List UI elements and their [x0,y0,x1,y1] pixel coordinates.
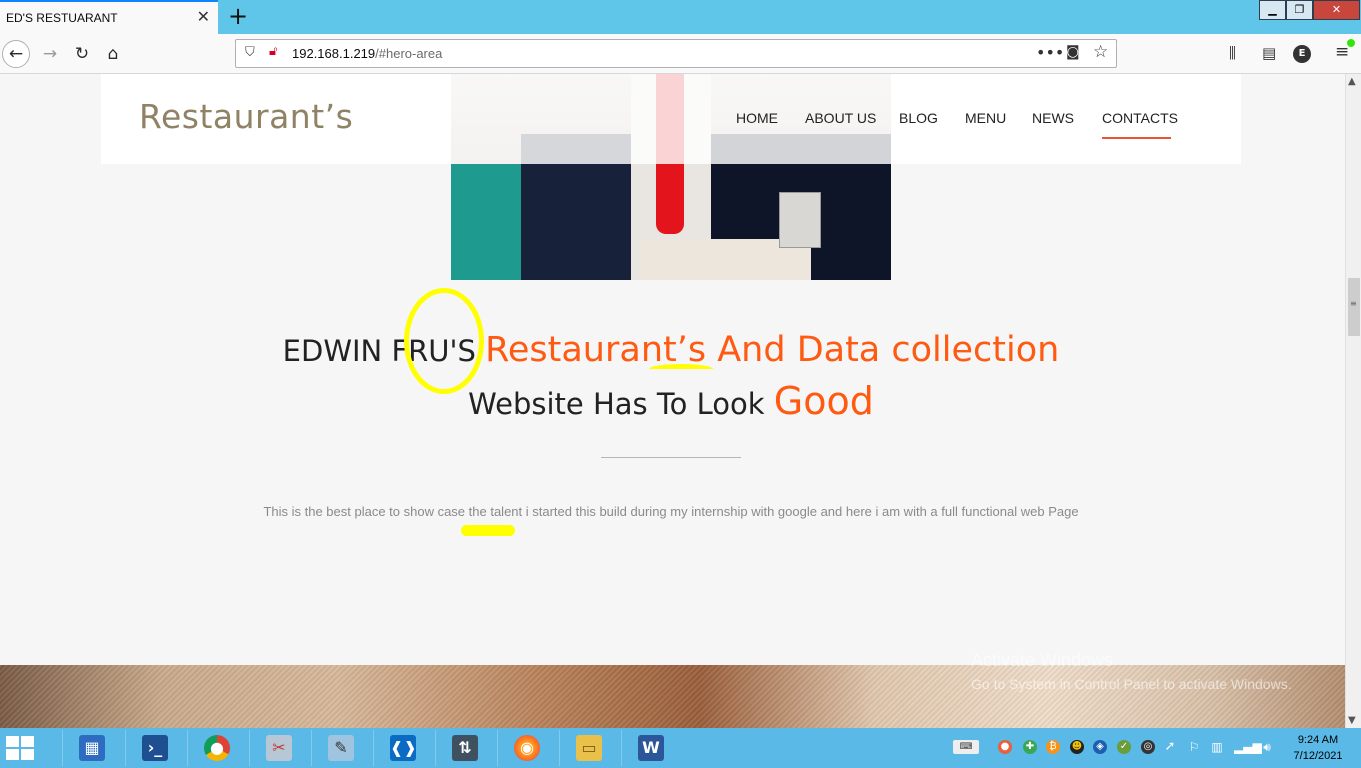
new-tab-icon[interactable]: + [228,3,248,29]
url-text[interactable]: 192.168.1.219/#hero-area [292,46,442,61]
hero-highlight-2: Good [773,379,874,423]
hero-description: This is the best place to show case the … [263,504,1079,519]
nav-blog[interactable]: BLOG [899,110,938,126]
page-content: Restaurant’s HOME ABOUT US BLOG MENU NEW… [0,74,1345,728]
windows-taskbar: ▦ ›_ ● ✂ ✎ ❰❱ ⇅ ◉ ▭ W ⌨ ● ✚ ₿ ☻ ◈ ✓ ◎ ➚ … [0,728,1361,768]
grip-icon: ≡ [1350,299,1357,308]
address-bar[interactable]: ⛉ 🔓︎ 192.168.1.219/#hero-area ••• ◙ ☆ [235,39,1117,68]
cursor-icon[interactable]: ➚ [1163,740,1177,754]
reload-icon[interactable]: ↻ [68,40,96,68]
nav-contacts[interactable]: CONTACTS [1102,110,1178,126]
sidebar-icon[interactable]: ▤ [1262,44,1276,62]
tray-shield-icon[interactable]: ◈ [1093,740,1107,754]
tray-face-icon[interactable]: ☻ [1070,740,1084,754]
hero-heading: EDWIN FRU'S Restaurant’s And Data collec… [0,324,1342,426]
bitcoin-icon[interactable]: ₿ [1046,740,1060,754]
page-actions-icon[interactable]: ••• [1036,43,1064,62]
browser-tab-strip: ED'S RESTUARANT ✕ + ▁ ❐ ✕ [0,0,1361,34]
account-avatar[interactable]: E [1293,45,1311,63]
nav-home[interactable]: HOME [736,110,778,126]
back-arrow-icon[interactable]: ← [2,40,30,68]
page-scrollbar[interactable]: ▲ ≡ ▼ [1345,74,1361,728]
activate-windows-title: Activate Windows [971,650,1114,670]
site-logo[interactable]: Restaurant’s [139,97,353,136]
scroll-down-icon[interactable]: ▼ [1348,715,1356,726]
forward-arrow-icon[interactable]: → [36,40,64,68]
firefox-icon[interactable]: ◉ [497,730,555,766]
network-tool-icon[interactable]: ⇅ [435,730,493,766]
scroll-up-icon[interactable]: ▲ [1348,76,1356,87]
server-manager-icon[interactable]: ▦ [62,730,120,766]
tab-title: ED'S RESTUARANT [6,11,118,25]
pocket-icon[interactable]: ◙ [1066,44,1080,60]
hero-subheading: Website Has To Look [468,387,774,421]
close-tab-icon[interactable]: ✕ [197,8,210,26]
tray-target-icon[interactable]: ◎ [1141,740,1155,754]
insecure-lock-icon[interactable]: 🔓︎ [269,44,277,59]
tracking-shield-icon[interactable]: ⛉ [245,45,255,60]
scrollbar-thumb[interactable]: ≡ [1348,278,1360,336]
nav-menu[interactable]: MENU [965,110,1006,126]
file-explorer-icon[interactable]: ▭ [559,730,617,766]
tray-check-icon[interactable]: ✓ [1117,740,1131,754]
snipping-tool-icon[interactable]: ✂ [249,730,307,766]
hero-heading-line-2: Website Has To Look Good [0,376,1342,426]
browser-tab[interactable]: ED'S RESTUARANT ✕ [0,0,218,34]
restore-window-button[interactable]: ❐ [1286,0,1313,20]
network-icon[interactable]: ▥ [1210,740,1224,754]
keyboard-icon[interactable]: ⌨ [953,740,979,754]
bookmark-star-icon[interactable]: ☆ [1093,42,1108,62]
minimize-window-button[interactable]: ▁ [1259,0,1286,20]
browser-toolbar: ← → ↻ ⌂ ⛉ 🔓︎ 192.168.1.219/#hero-area ••… [0,34,1361,74]
powershell-icon[interactable]: ›_ [125,730,183,766]
library-icon[interactable]: ⫼ [1229,44,1236,62]
hero-divider [601,457,741,458]
chrome-icon[interactable]: ● [187,730,245,766]
update-available-icon [1346,38,1356,48]
annotation-circle [404,288,484,394]
annotation-underline-talent [461,525,515,536]
taskbar-clock[interactable]: 9:24 AM 7/12/2021 [1282,732,1354,764]
notepad-icon[interactable]: ✎ [311,730,369,766]
close-window-button[interactable]: ✕ [1313,0,1360,20]
food-banner-image [0,665,1345,728]
signal-icon[interactable]: ▂▄▆ [1234,740,1262,754]
clock-date: 7/12/2021 [1293,750,1343,762]
volume-icon[interactable]: 🔊︎ [1260,740,1274,754]
tray-sync-icon[interactable]: ✚ [1023,740,1037,754]
active-nav-underline [1102,137,1171,139]
hero-highlight-1: Restaurant’s And Data collection [485,330,1060,370]
action-center-flag-icon[interactable]: ⚐ [1187,740,1201,754]
home-icon[interactable]: ⌂ [99,40,127,68]
clock-time: 9:24 AM [1297,734,1339,746]
word-icon[interactable]: W [621,730,679,766]
nav-news[interactable]: NEWS [1032,110,1074,126]
annotation-underline-apostrophe [649,364,713,374]
nav-about-us[interactable]: ABOUT US [805,110,876,126]
activate-windows-subtitle: Go to System in Control Panel to activat… [971,676,1292,692]
windows-start-icon[interactable] [6,736,34,760]
banner-texture [0,665,1345,728]
vscode-icon[interactable]: ❰❱ [373,730,431,766]
tray-app-icon[interactable]: ● [998,740,1012,754]
site-header: Restaurant’s HOME ABOUT US BLOG MENU NEW… [101,74,1241,164]
